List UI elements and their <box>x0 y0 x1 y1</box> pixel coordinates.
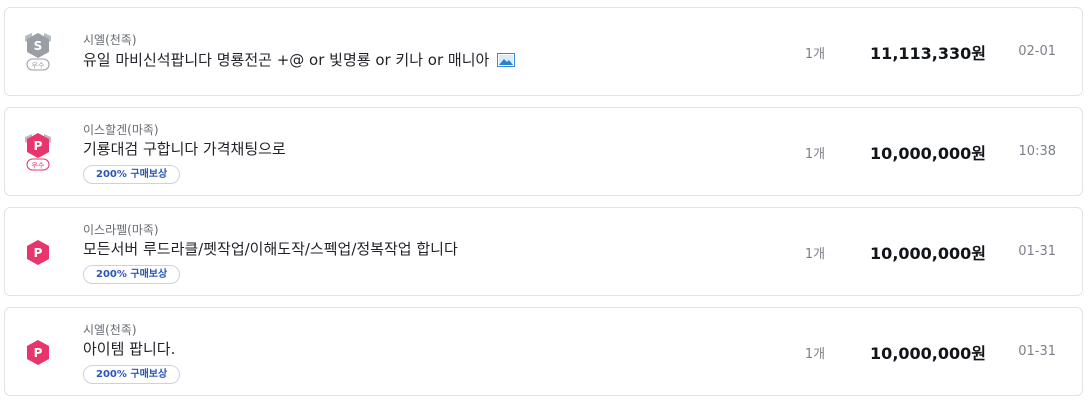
badge-label: 우수 <box>32 62 45 70</box>
listing-title-text: 모든서버 루드라클/펫작업/이해도작/스펙업/정복작업 합니다 <box>83 240 458 258</box>
listing-card[interactable]: S 우수 시엘(천족) 유일 마비신석팝니다 명룡전곤 +@ or 빛명룡 or… <box>4 7 1083 96</box>
timestamp: 02-01 <box>1018 44 1056 59</box>
timestamp: 10:38 <box>1018 144 1056 159</box>
silver-seller-badge-icon: S 우수 <box>22 30 54 74</box>
listing-title[interactable]: 기룡대검 구합니다 가격채팅으로 <box>83 138 286 159</box>
timestamp: 01-31 <box>1018 244 1056 259</box>
price: 10,000,000원 <box>870 344 986 363</box>
server-name: 이스할겐(마족) <box>83 123 159 137</box>
badge-label: 우수 <box>32 162 45 170</box>
quantity: 1개 <box>804 47 826 62</box>
server-name: 이스라펠(마족) <box>83 223 159 237</box>
listing-title-text: 아이템 팝니다. <box>83 340 176 358</box>
power-seller-badge-icon: P <box>22 230 54 274</box>
power-seller-badge-icon: P <box>22 330 54 374</box>
image-attachment-icon <box>497 52 516 67</box>
quantity: 1개 <box>804 147 826 162</box>
server-name: 시엘(천족) <box>83 323 137 337</box>
svg-text:P: P <box>34 346 43 360</box>
listing-list: S 우수 시엘(천족) 유일 마비신석팝니다 명룡전곤 +@ or 빛명룡 or… <box>0 0 1089 404</box>
listing-card[interactable]: P 우수 이스할겐(마족) 기룡대검 구합니다 가격채팅으로 200% 구매보상… <box>4 107 1083 196</box>
listing-card[interactable]: P 이스라펠(마족) 모든서버 루드라클/펫작업/이해도작/스펙업/정복작업 합… <box>4 207 1083 296</box>
price: 10,000,000원 <box>870 244 986 263</box>
svg-text:P: P <box>34 139 43 153</box>
listing-title[interactable]: 모든서버 루드라클/펫작업/이해도작/스펙업/정복작업 합니다 <box>83 238 458 259</box>
quantity: 1개 <box>804 347 826 362</box>
price: 10,000,000원 <box>870 144 986 163</box>
server-name: 시엘(천족) <box>83 33 137 47</box>
listing-title[interactable]: 유일 마비신석팝니다 명룡전곤 +@ or 빛명룡 or 키나 or 매니아 <box>83 49 516 70</box>
power-seller-excellent-badge-icon: P 우수 <box>22 130 54 174</box>
listing-title-text: 유일 마비신석팝니다 명룡전곤 +@ or 빛명룡 or 키나 or 매니아 <box>83 51 490 69</box>
svg-text:P: P <box>34 246 43 260</box>
purchase-reward-badge: 200% 구매보상 <box>83 365 181 384</box>
listing-card[interactable]: P 시엘(천족) 아이템 팝니다. 200% 구매보상 1개 10,000,00… <box>4 307 1083 396</box>
price: 11,113,330원 <box>870 44 986 63</box>
purchase-reward-badge: 200% 구매보상 <box>83 265 181 284</box>
listing-title-text: 기룡대검 구합니다 가격채팅으로 <box>83 140 286 158</box>
timestamp: 01-31 <box>1018 344 1056 359</box>
quantity: 1개 <box>804 247 826 262</box>
purchase-reward-badge: 200% 구매보상 <box>83 165 181 184</box>
listing-title[interactable]: 아이템 팝니다. <box>83 338 175 359</box>
svg-text:S: S <box>34 39 43 53</box>
